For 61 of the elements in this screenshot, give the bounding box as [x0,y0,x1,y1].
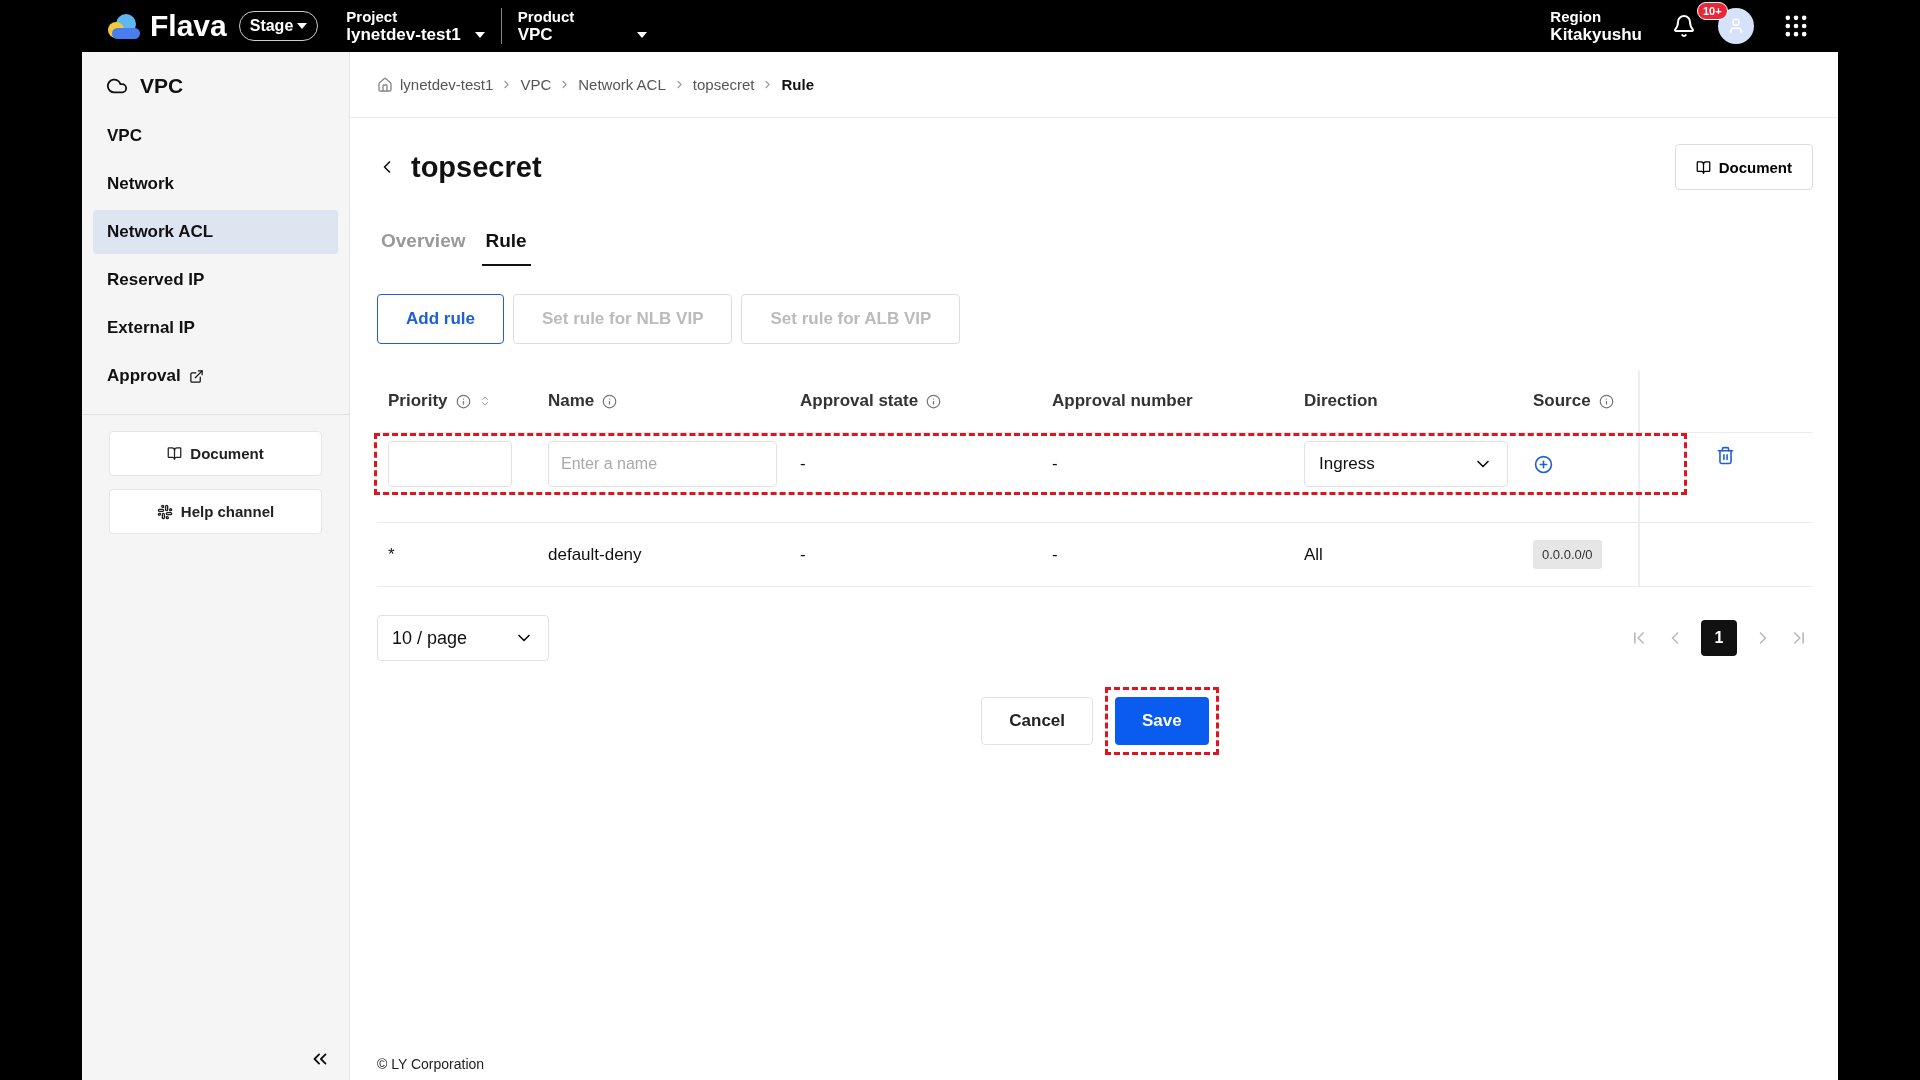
slack-icon [156,503,173,520]
column-header: Approval state [800,391,919,411]
table-cell-text: - [799,544,807,565]
sidebar-item[interactable]: Network ACL [93,210,338,254]
breadcrumb-link[interactable]: lynetdev-test1 [400,76,494,93]
table-cell-text: - [1051,544,1059,565]
page-title: topsecret [411,150,542,184]
table-cell-text: All [1303,544,1324,565]
help-channel-button[interactable]: Help channel [109,489,322,534]
source-tag: 0.0.0.0/0 [1533,540,1602,569]
sidebar-item[interactable]: VPC [93,114,338,158]
sidebar-item[interactable]: External IP [93,306,338,350]
sidebar-item[interactable]: Reserved IP [93,258,338,302]
column-header: Name [548,391,595,411]
breadcrumb-link[interactable]: Network ACL [578,76,666,93]
table-cell-text: - [799,453,807,475]
book-icon [1695,159,1711,175]
direction-select[interactable]: Ingress [1304,441,1508,487]
notification-button[interactable] [1672,14,1696,38]
product-selector[interactable]: Product VPC [517,7,647,45]
caret-icon [297,23,308,29]
caret-icon [636,31,647,38]
document-button[interactable]: Document [109,431,322,476]
notification-badge: 10+ [1697,2,1728,20]
column-header: Priority [388,391,448,411]
region-selector[interactable]: Region Kitakyushu [1550,7,1642,45]
priority-input[interactable] [388,441,512,487]
sidebar-item[interactable]: Network [93,162,338,206]
action-button[interactable]: Add rule [377,294,504,344]
add-source-icon[interactable] [1534,454,1553,474]
book-icon [167,446,183,461]
page-button[interactable]: 1 [1701,620,1737,656]
info-icon [1598,393,1614,409]
cancel-button[interactable]: Cancel [981,697,1093,745]
info-icon [926,393,942,409]
sidebar-item[interactable]: Approval [93,354,338,398]
home-icon[interactable] [377,76,393,93]
save-button[interactable]: Save [1115,697,1209,745]
external-link-icon [188,368,204,384]
info-icon [602,393,618,409]
logo-text: Flava [150,9,227,43]
column-header: Direction [1304,391,1378,411]
column-header: Source [1533,391,1591,411]
page-size-select[interactable]: 10 / page [377,615,549,661]
project-selector[interactable]: Project lynetdev-test1 [346,7,485,45]
cloud-logo-icon [106,12,142,40]
table-cell-text: - [1051,453,1059,475]
tab[interactable]: Rule [481,222,531,266]
copyright-text: © LY Corporation [377,1056,486,1074]
breadcrumb-link[interactable]: topsecret [692,76,755,93]
document-button[interactable]: Document [1674,144,1813,190]
sidebar-title: VPC [140,74,184,98]
column-header: Approval number [1052,391,1193,411]
breadcrumb-current: Rule [781,76,814,93]
table-cell-text: default-deny [547,544,643,565]
table-cell-text: * [387,544,396,565]
info-icon [455,393,471,409]
delete-icon[interactable] [1716,446,1735,465]
name-input[interactable]: Enter a name [548,441,777,487]
breadcrumb-link[interactable]: VPC [520,76,552,93]
caret-icon [474,31,485,38]
